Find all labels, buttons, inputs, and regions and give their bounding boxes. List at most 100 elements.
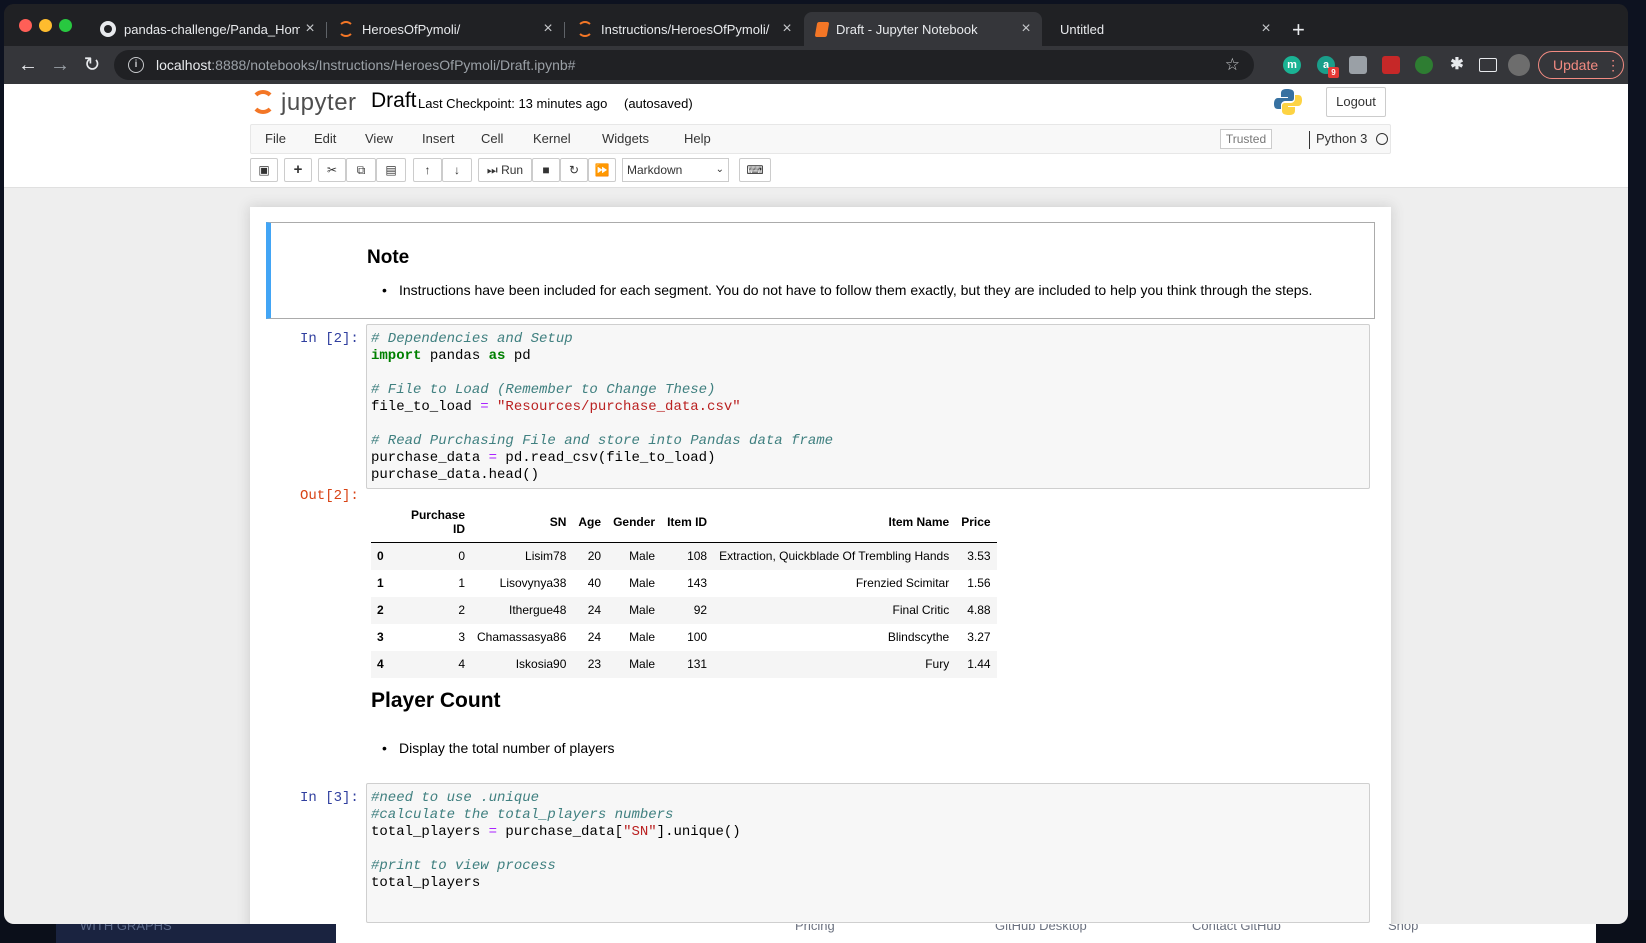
- jupyter-logo-text[interactable]: jupyter: [281, 89, 357, 117]
- extension-a-icon[interactable]: a9: [1317, 56, 1339, 78]
- browser-tab-active[interactable]: Draft - Jupyter Notebook ×: [804, 12, 1042, 46]
- code-keyword: as: [488, 348, 506, 364]
- code-text: total_players: [371, 875, 481, 891]
- browser-tab[interactable]: pandas-challenge/Panda_Hom ×: [88, 12, 326, 46]
- table-cell: Iskosia90: [515, 657, 567, 671]
- restart-run-all-icon[interactable]: ⏩: [588, 158, 616, 182]
- bookmark-star-icon[interactable]: ☆: [1225, 55, 1240, 75]
- table-cell: 20: [587, 549, 602, 564]
- table-cell: 2: [458, 603, 465, 617]
- tab-title: Untitled: [1060, 21, 1105, 37]
- pdf-extension-icon[interactable]: [1382, 56, 1400, 74]
- code-line: #print to view process: [371, 858, 1365, 875]
- python-logo-icon: [1274, 89, 1302, 115]
- menu-bar: File Edit View Insert Cell Kernel Widget…: [250, 124, 1391, 154]
- tab-close-icon[interactable]: ×: [1016, 20, 1036, 38]
- row-index: 3: [377, 630, 384, 644]
- kernel-status-icon: [1376, 133, 1388, 145]
- markdown-cell-selected[interactable]: [266, 222, 1375, 319]
- notebook-container: Note Instructions have been included for…: [250, 207, 1391, 924]
- extension-green-icon[interactable]: [1415, 56, 1433, 74]
- code-text: pd: [505, 348, 531, 364]
- menu-insert[interactable]: Insert: [422, 131, 455, 146]
- run-button[interactable]: ⏭ Run: [478, 158, 532, 182]
- column-header: Age: [572, 502, 608, 543]
- menu-widgets[interactable]: Widgets: [602, 131, 649, 146]
- autosave-status: (autosaved): [624, 96, 693, 111]
- table-cell: Male: [629, 576, 656, 590]
- menu-edit[interactable]: Edit: [314, 131, 336, 146]
- cast-icon[interactable]: [1479, 58, 1497, 72]
- profile-avatar[interactable]: [1508, 54, 1530, 76]
- reload-icon[interactable]: ↻: [80, 53, 104, 77]
- code-operator: =: [488, 824, 498, 840]
- table-cell: 3.27: [967, 630, 991, 644]
- table-cell: Blindscythe: [887, 630, 950, 644]
- column-header: Purchase ID: [391, 502, 471, 543]
- paste-icon[interactable]: ▤: [376, 158, 406, 182]
- browser-window: pandas-challenge/Panda_Hom × HeroesOfPym…: [4, 4, 1628, 924]
- row-index: 2: [377, 603, 384, 617]
- extension-m-icon[interactable]: m: [1283, 56, 1301, 74]
- code-text: purchase_data: [371, 450, 489, 466]
- browser-tab[interactable]: Instructions/HeroesOfPymoli/ ×: [565, 12, 803, 46]
- forward-arrow-icon[interactable]: →: [48, 53, 72, 77]
- table-cell: 131: [687, 657, 708, 671]
- menu-view[interactable]: View: [365, 131, 393, 146]
- code-cell[interactable]: # Dependencies and Setup import pandas a…: [366, 324, 1370, 489]
- browser-tab[interactable]: Untitled ×: [1044, 12, 1282, 46]
- menu-help[interactable]: Help: [684, 131, 711, 146]
- notebook-name[interactable]: Draft: [371, 89, 417, 113]
- window-zoom-button[interactable]: [59, 19, 72, 32]
- column-header: Item ID: [661, 502, 714, 543]
- extension-gray-icon[interactable]: [1349, 56, 1367, 74]
- column-header: [371, 502, 391, 543]
- new-tab-icon[interactable]: +: [1292, 17, 1305, 43]
- tab-close-icon[interactable]: ×: [538, 20, 558, 38]
- extensions-puzzle-icon[interactable]: ✱: [1448, 56, 1466, 74]
- cell-type-select[interactable]: Markdown ⌄: [622, 158, 729, 182]
- tab-title: Instructions/HeroesOfPymoli/: [601, 21, 770, 37]
- save-button[interactable]: ▣: [250, 158, 278, 182]
- info-icon[interactable]: i: [128, 57, 144, 73]
- back-arrow-icon[interactable]: ←: [16, 53, 40, 77]
- browser-tab[interactable]: HeroesOfPymoli/ ×: [326, 12, 564, 46]
- table-cell: 1.44: [967, 657, 991, 671]
- restart-icon[interactable]: ↻: [560, 158, 588, 182]
- cut-icon[interactable]: ✂: [318, 158, 346, 182]
- stop-icon[interactable]: ■: [532, 158, 560, 182]
- address-bar[interactable]: i localhost:8888/notebooks/Instructions/…: [114, 50, 1254, 80]
- keyboard-icon[interactable]: ⌨: [739, 158, 771, 182]
- extension-badge: 9: [1328, 67, 1339, 78]
- jupyter-logo-icon[interactable]: [251, 90, 275, 114]
- insert-cell-button[interactable]: +: [284, 158, 312, 182]
- table-cell: 143: [687, 576, 708, 590]
- logout-button[interactable]: Logout: [1326, 87, 1386, 117]
- code-string: "SN": [623, 824, 657, 840]
- move-down-icon[interactable]: ↓: [442, 158, 472, 182]
- tab-close-icon[interactable]: ×: [777, 20, 797, 38]
- tab-title: pandas-challenge/Panda_Hom: [124, 21, 300, 37]
- menu-file[interactable]: File: [265, 131, 286, 146]
- tab-close-icon[interactable]: ×: [300, 20, 320, 38]
- github-icon: [100, 21, 116, 37]
- window-minimize-button[interactable]: [39, 19, 52, 32]
- code-operator: =: [488, 450, 498, 466]
- kernel-name[interactable]: Python 3: [1309, 131, 1367, 149]
- code-text: purchase_data[: [497, 824, 624, 840]
- table-row: 3 3 Chamassasya86 24 Male 100 Blindscythe 3.27: [371, 624, 997, 651]
- menu-cell[interactable]: Cell: [481, 131, 503, 146]
- code-comment: #print to view process: [371, 858, 556, 874]
- tab-title: Draft - Jupyter Notebook: [836, 21, 978, 37]
- trusted-indicator[interactable]: Trusted: [1220, 129, 1272, 149]
- tab-close-icon[interactable]: ×: [1256, 20, 1276, 38]
- code-comment: #need to use .unique: [371, 790, 540, 806]
- menu-kernel[interactable]: Kernel: [533, 131, 571, 146]
- code-cell[interactable]: #need to use .unique #calculate the tota…: [366, 783, 1370, 923]
- move-up-icon[interactable]: ↑: [413, 158, 442, 182]
- window-close-button[interactable]: [19, 19, 32, 32]
- copy-icon[interactable]: ⧉: [346, 158, 376, 182]
- input-prompt: In [2]:: [300, 331, 359, 347]
- update-button[interactable]: Update ⋮: [1538, 51, 1624, 79]
